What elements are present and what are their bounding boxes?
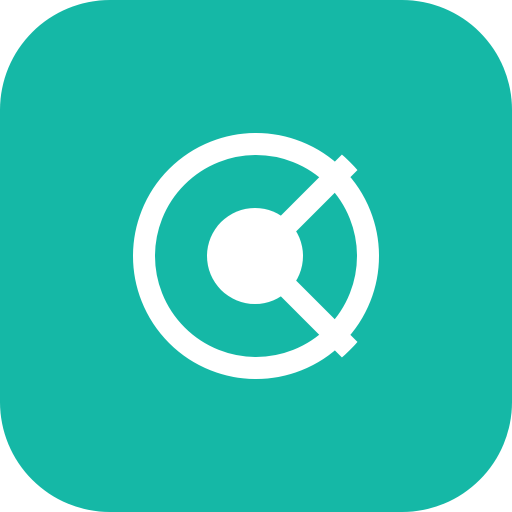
app-icon-graphic xyxy=(0,0,512,512)
app-icon[interactable] xyxy=(0,0,512,512)
center-disk xyxy=(207,208,303,304)
